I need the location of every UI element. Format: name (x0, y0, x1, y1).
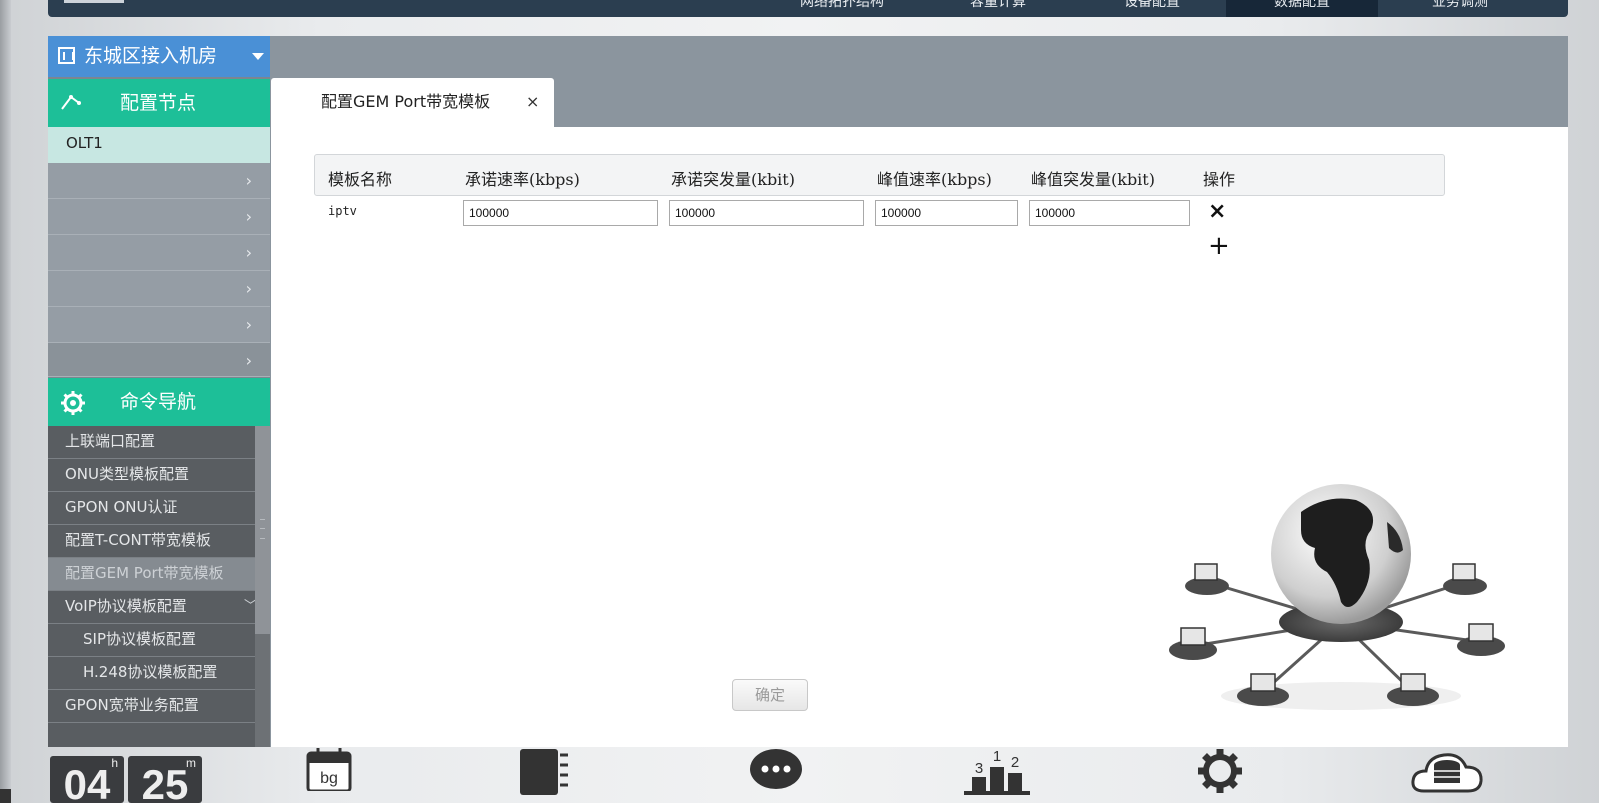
col-cir: 承诺速率(kbps) (465, 170, 580, 189)
add-row-icon[interactable]: + (1208, 231, 1230, 261)
cloud-database-icon[interactable] (1410, 747, 1484, 799)
sidebar-item-olt1[interactable]: OLT1 (48, 127, 270, 163)
confirm-button[interactable]: 确定 (732, 679, 808, 711)
svg-text:bg: bg (320, 770, 338, 787)
hours-unit: h (111, 756, 118, 770)
minutes-unit: m (186, 756, 196, 770)
col-template-name: 模板名称 (328, 170, 393, 189)
top-navigation: 网络拓扑结构 容量计算 设备配置 数据配置 业务调测 (48, 0, 1568, 17)
pir-input[interactable] (875, 200, 1018, 226)
sidebar-empty-item[interactable]: › (48, 235, 270, 271)
notebook-icon[interactable] (518, 747, 570, 799)
main-panel: 东城区接入机房 配置节点 OLT1 › › › › › › 命令导航 上联端口配… (48, 36, 1568, 747)
scrollbar-thumb[interactable] (255, 426, 270, 634)
caret-down-icon (252, 53, 264, 60)
chevron-right-icon: › (245, 207, 252, 226)
left-edge-block (0, 789, 11, 803)
chat-icon[interactable] (748, 747, 804, 799)
clock-minutes: 25 m (128, 756, 202, 803)
pbs-input[interactable] (1029, 200, 1190, 226)
cmd-gpon-broadband[interactable]: GPON宽带业务配置 (48, 690, 255, 723)
svg-text:2: 2 (1011, 754, 1019, 771)
content-area: 模板名称 承诺速率(kbps) 承诺突发量(kbit) 峰值速率(kbps) 峰… (271, 127, 1568, 747)
cmd-uplink-port[interactable]: 上联端口配置 (48, 426, 255, 459)
command-nav-header: 命令导航 (48, 378, 270, 426)
cmd-gemport-template[interactable]: 配置GEM Port带宽模板 (48, 558, 255, 591)
left-edge-bar (0, 0, 11, 803)
olt1-label: OLT1 (66, 134, 103, 152)
nav-data-config[interactable]: 数据配置 (1226, 0, 1378, 17)
cbs-input[interactable] (669, 200, 864, 226)
col-pbs: 峰值突发量(kbit) (1031, 170, 1155, 189)
command-nav-title: 命令导航 (120, 391, 197, 413)
logo (64, 0, 124, 3)
minutes-value: 25 (141, 761, 189, 803)
tab-gemport-template[interactable]: 配置GEM Port带宽模板 × (271, 78, 554, 128)
cmd-voip-template[interactable]: VoIP协议模板配置 ﹀ (48, 591, 255, 624)
nav-device-config[interactable]: 设备配置 (1078, 0, 1226, 17)
network-globe-illustration (1169, 484, 1505, 710)
sidebar: 东城区接入机房 配置节点 OLT1 › › › › › › 命令导航 上联端口配… (48, 36, 270, 747)
col-cbs: 承诺突发量(kbit) (671, 170, 795, 189)
sidebar-empty-item[interactable]: › (48, 271, 270, 307)
nav-capacity-calc[interactable]: 容量计算 (932, 0, 1064, 17)
nav-service-test[interactable]: 业务调测 (1384, 0, 1536, 17)
room-selector[interactable]: 东城区接入机房 (48, 36, 270, 77)
node-path-icon (61, 95, 81, 110)
row-template-name: iptv (328, 204, 357, 218)
tab-close-icon[interactable]: × (526, 78, 539, 126)
gear-icon (61, 391, 85, 415)
chevron-right-icon: › (245, 315, 252, 334)
chevron-right-icon: › (245, 279, 252, 298)
clock-widget: 04 h 25 m (50, 756, 204, 803)
delete-row-icon[interactable]: × (1208, 199, 1226, 224)
sidebar-empty-item[interactable]: › (48, 307, 270, 343)
tab-title: 配置GEM Port带宽模板 (321, 92, 491, 111)
command-list: 上联端口配置 ONU类型模板配置 GPON ONU认证 配置T-CONT带宽模板… (48, 426, 270, 747)
cir-input[interactable] (463, 200, 658, 226)
sidebar-empty-item[interactable]: › (48, 343, 270, 377)
svg-text:3: 3 (975, 760, 983, 777)
table-header: 模板名称 承诺速率(kbps) 承诺突发量(kbit) 峰值速率(kbps) 峰… (314, 154, 1445, 196)
ranking-icon[interactable]: 3 1 2 (962, 747, 1032, 799)
clock-hours: 04 h (50, 756, 124, 803)
settings-icon[interactable] (1196, 747, 1244, 799)
config-node-header: 配置节点 (48, 79, 270, 127)
chevron-right-icon: › (245, 243, 252, 262)
sidebar-empty-item[interactable]: › (48, 163, 270, 199)
sidebar-empty-item[interactable]: › (48, 199, 270, 235)
cmd-h248-template[interactable]: H.248协议模板配置 (48, 657, 255, 690)
chevron-right-icon: › (245, 351, 252, 370)
nav-network-topology[interactable]: 网络拓扑结构 (776, 0, 908, 17)
cmd-gpon-onu-auth[interactable]: GPON ONU认证 (48, 492, 255, 525)
chevron-down-icon: ﹀ (244, 591, 255, 622)
col-pir: 峰值速率(kbps) (877, 170, 992, 189)
cmd-sip-template[interactable]: SIP协议模板配置 (48, 624, 255, 657)
room-name: 东城区接入机房 (84, 45, 218, 67)
scrollbar-grip (260, 519, 265, 539)
svg-text:1: 1 (993, 748, 1001, 765)
cmd-voip-label: VoIP协议模板配置 (65, 597, 187, 615)
col-actions: 操作 (1203, 170, 1236, 189)
calendar-icon[interactable]: bg (306, 747, 352, 795)
cmd-tcont-template[interactable]: 配置T-CONT带宽模板 (48, 525, 255, 558)
hours-value: 04 (63, 761, 111, 803)
config-node-title: 配置节点 (120, 92, 197, 114)
building-icon (58, 47, 75, 64)
cmd-onu-type-template[interactable]: ONU类型模板配置 (48, 459, 255, 492)
chevron-right-icon: › (245, 171, 252, 190)
